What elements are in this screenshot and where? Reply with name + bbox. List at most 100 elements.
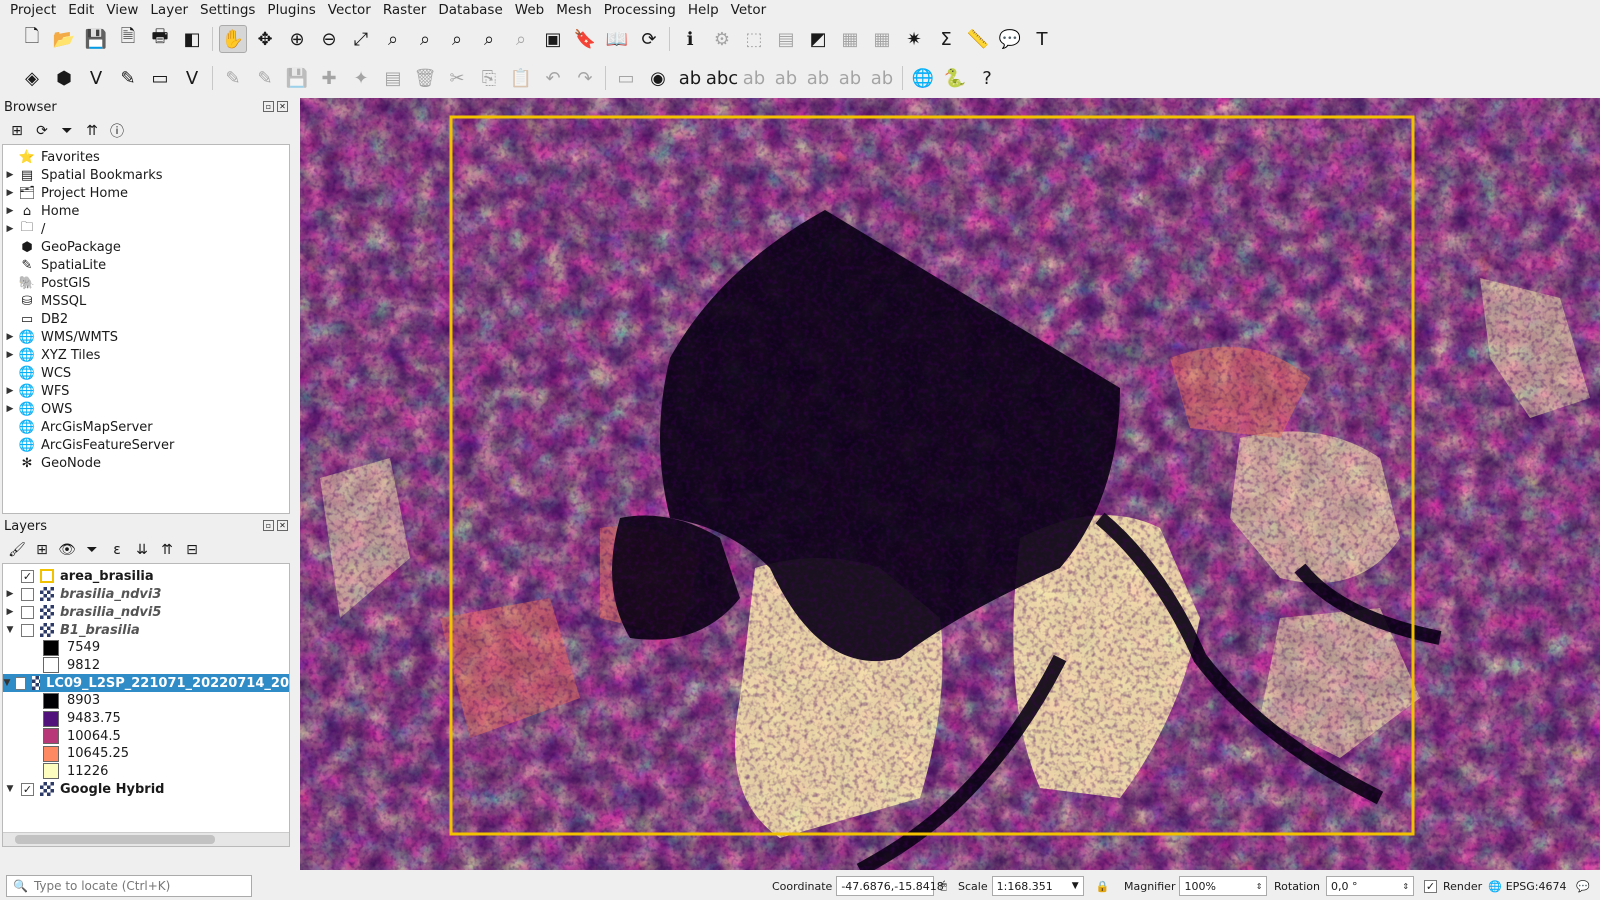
browser-item-postgis[interactable]: 🐘 PostGIS xyxy=(3,274,289,292)
filter-icon[interactable]: ⏷ xyxy=(56,120,78,142)
layer-brasilia-ndvi3[interactable]: ▶ brasilia_ndvi3 xyxy=(3,585,289,603)
save-project-icon[interactable]: 💾 xyxy=(82,25,110,53)
crs-group[interactable]: 🌐 EPSG:4674 xyxy=(1488,876,1567,896)
coordinate-field[interactable]: -47.6876,-15.8418 xyxy=(836,876,944,896)
map-tips-icon[interactable]: 💬 xyxy=(996,25,1024,53)
rotate-label-icon[interactable]: ab xyxy=(772,64,800,92)
menu-processing[interactable]: Processing xyxy=(598,0,682,20)
add-group-icon[interactable]: ⊞ xyxy=(31,539,53,561)
browser-item-geopackage[interactable]: ⬢ GeoPackage xyxy=(3,238,289,256)
float-panel-icon[interactable]: ▫ xyxy=(263,101,274,112)
menu-layer[interactable]: Layer xyxy=(144,0,194,20)
spinner-icon[interactable]: ⇕ xyxy=(1256,882,1263,891)
expand-arrow-icon[interactable]: ▶ xyxy=(3,589,17,599)
float-panel-icon[interactable]: ▫ xyxy=(263,520,274,531)
new-shapefile-icon[interactable]: V xyxy=(82,64,110,92)
browser-item-home[interactable]: ▶ ⌂ Home xyxy=(3,202,289,220)
layer-visibility-checkbox[interactable]: ✓ xyxy=(21,569,34,583)
add-feature-icon[interactable]: ✚ xyxy=(315,64,343,92)
menu-database[interactable]: Database xyxy=(432,0,508,20)
save-as-icon[interactable]: 🗎 xyxy=(114,25,142,53)
magnifier-field[interactable]: 100% ⇕ xyxy=(1179,876,1268,896)
browser-item-arcgisfeatureserver[interactable]: 🌐 ArcGisFeatureServer xyxy=(3,436,289,454)
save-edits-icon[interactable]: 💾 xyxy=(283,64,311,92)
toggle-extents-icon[interactable]: 🖱 xyxy=(940,879,947,893)
properties-icon[interactable]: ⓘ xyxy=(106,120,128,142)
menu-help[interactable]: Help xyxy=(682,0,725,20)
help-icon[interactable]: ? xyxy=(973,64,1001,92)
locator-input[interactable]: 🔍 Type to locate (Ctrl+K) xyxy=(6,875,252,897)
browser-item-spatial-bookmarks[interactable]: ▶ ▤ Spatial Bookmarks xyxy=(3,166,289,184)
layer-area-brasilia[interactable]: ✓ area_brasilia xyxy=(3,567,289,585)
zoom-last-icon[interactable]: ⌕ xyxy=(475,25,503,53)
pan-icon[interactable]: ✋ xyxy=(219,25,247,53)
messages-icon[interactable]: 💬 xyxy=(1576,876,1590,896)
menu-web[interactable]: Web xyxy=(509,0,550,20)
label-tool-icon[interactable]: ▭ xyxy=(612,64,640,92)
browser-item-db2[interactable]: ▭ DB2 xyxy=(3,310,289,328)
select-by-value-icon[interactable]: ▤ xyxy=(772,25,800,53)
new-temp-layer-icon[interactable]: ▭ xyxy=(146,64,174,92)
show-hide-labels-icon[interactable]: abc xyxy=(706,64,738,92)
browser-item-[interactable]: ▶ 🗀 / xyxy=(3,220,289,238)
toggle-editing-icon[interactable]: ✎ xyxy=(251,64,279,92)
processing-toolbox-icon[interactable]: ✷ xyxy=(900,25,928,53)
select-features-icon[interactable]: ⬚ xyxy=(740,25,768,53)
measure-icon[interactable]: 📏 xyxy=(964,25,992,53)
identify-icon[interactable]: ℹ xyxy=(676,25,704,53)
layer-google-hybrid[interactable]: ▼ ✓ Google Hybrid xyxy=(3,780,289,798)
expand-arrow-icon[interactable]: ▶ xyxy=(3,332,17,342)
move-label-icon[interactable]: ab xyxy=(740,64,768,92)
statistics-icon[interactable]: Σ xyxy=(932,25,960,53)
new-geopackage-layer-icon[interactable]: ⬢ xyxy=(50,64,78,92)
expand-arrow-icon[interactable]: ▶ xyxy=(3,386,17,396)
manage-map-themes-icon[interactable]: 👁 xyxy=(56,539,78,561)
map-canvas[interactable] xyxy=(300,98,1600,870)
menu-vetor[interactable]: Vetor xyxy=(725,0,773,20)
layer-brasilia-ndvi5[interactable]: ▶ brasilia_ndvi5 xyxy=(3,603,289,621)
remove-layer-icon[interactable]: ⊟ xyxy=(181,539,203,561)
expand-arrow-icon[interactable]: ▶ xyxy=(3,607,17,617)
expand-arrow-icon[interactable]: ▼ xyxy=(3,678,11,688)
action-icon[interactable]: ⚙ xyxy=(708,25,736,53)
expand-arrow-icon[interactable]: ▼ xyxy=(3,784,17,794)
menu-settings[interactable]: Settings xyxy=(194,0,261,20)
expand-arrow-icon[interactable]: ▶ xyxy=(3,170,17,180)
open-layer-styling-icon[interactable]: 🖌 xyxy=(6,539,28,561)
layer-lc09[interactable]: ▼ ✓ LC09_L2SP_221071_20220714_20 xyxy=(3,674,289,693)
cut-icon[interactable]: ✂ xyxy=(443,64,471,92)
text-annotation-icon[interactable]: T xyxy=(1028,25,1056,53)
collapse-all-icon[interactable]: ⇈ xyxy=(81,120,103,142)
change-label-icon[interactable]: ab xyxy=(804,64,832,92)
refresh-icon[interactable]: ⟳ xyxy=(31,120,53,142)
browser-item-wfs[interactable]: ▶ 🌐 WFS xyxy=(3,382,289,400)
browser-item-mssql[interactable]: ⛁ MSSQL xyxy=(3,292,289,310)
expand-arrow-icon[interactable]: ▶ xyxy=(3,350,17,360)
expand-all-icon[interactable]: ⇊ xyxy=(131,539,153,561)
print-layout-icon[interactable]: 🖶 xyxy=(146,25,174,53)
menu-plugins[interactable]: Plugins xyxy=(261,0,321,20)
show-bookmarks-icon[interactable]: 📖 xyxy=(603,25,631,53)
zoom-in-icon[interactable]: ⊕ xyxy=(283,25,311,53)
current-edits-icon[interactable]: ✎ xyxy=(219,64,247,92)
unpin-label-icon[interactable]: ab xyxy=(868,64,896,92)
redo-icon[interactable]: ↷ xyxy=(571,64,599,92)
new-bookmark-icon[interactable]: 🔖 xyxy=(571,25,599,53)
menu-view[interactable]: View xyxy=(100,0,144,20)
browser-item-ows[interactable]: ▶ 🌐 OWS xyxy=(3,400,289,418)
refresh-icon[interactable]: ⟳ xyxy=(635,25,663,53)
browser-item-favorites[interactable]: ⭐ Favorites xyxy=(3,148,289,166)
label-properties-icon[interactable]: ab xyxy=(836,64,864,92)
python-console-icon[interactable]: 🐍 xyxy=(941,64,969,92)
zoom-selection-icon[interactable]: ⌕ xyxy=(379,25,407,53)
rotation-field[interactable]: 0,0 ° ⇕ xyxy=(1326,876,1415,896)
layer-labeling-icon[interactable]: ◉ xyxy=(644,64,672,92)
menu-project[interactable]: Project xyxy=(4,0,62,20)
layer-b1-brasilia[interactable]: ▼ B1_brasilia xyxy=(3,621,289,639)
close-panel-icon[interactable]: ✕ xyxy=(277,101,288,112)
expand-arrow-icon[interactable]: ▶ xyxy=(3,224,17,234)
data-source-manager-icon[interactable]: ◈ xyxy=(18,64,46,92)
undo-icon[interactable]: ↶ xyxy=(539,64,567,92)
zoom-out-icon[interactable]: ⊖ xyxy=(315,25,343,53)
horizontal-scrollbar[interactable] xyxy=(3,832,289,846)
